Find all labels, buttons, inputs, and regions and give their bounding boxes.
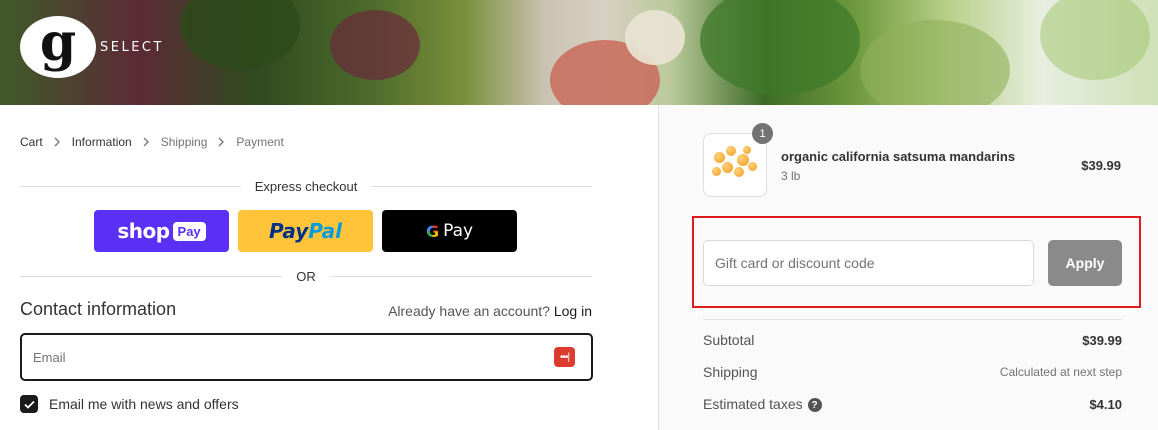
breadcrumb-information: Information — [71, 135, 132, 149]
google-pay-wordmark: Pay — [443, 221, 474, 241]
taxes-row: Estimated taxes? $4.10 — [703, 396, 1122, 413]
order-summary: 1 organic california satsuma mandarins 3… — [658, 105, 1158, 430]
chevron-right-icon — [218, 137, 225, 147]
hero-banner: g SELECT — [0, 0, 1158, 105]
express-checkout-heading: Express checkout — [20, 179, 592, 194]
email-field[interactable] — [33, 349, 554, 365]
checkmark-icon — [23, 400, 35, 409]
summary-divider — [703, 319, 1122, 320]
brand-logo[interactable]: g SELECT — [20, 16, 164, 78]
discount-code-input[interactable] — [703, 240, 1034, 286]
newsletter-label[interactable]: Email me with news and offers — [49, 396, 239, 412]
paypal-button[interactable]: Pay Pal — [238, 210, 373, 252]
product-variant: 3 lb — [781, 169, 801, 183]
express-checkout-label: Express checkout — [254, 179, 358, 194]
product-name: organic california satsuma mandarins — [781, 149, 1016, 164]
taxes-value: $4.10 — [1089, 396, 1122, 412]
subtotal-value: $39.99 — [1082, 332, 1122, 348]
express-pay-buttons: shop Pay Pay Pal G Pay — [94, 210, 517, 252]
login-link[interactable]: Log in — [554, 303, 592, 319]
taxes-label: Estimated taxes — [703, 396, 803, 412]
account-prompt: Already have an account? Log in — [388, 303, 592, 319]
breadcrumb-shipping: Shipping — [160, 135, 208, 149]
apply-discount-button[interactable]: Apply — [1048, 240, 1122, 286]
shop-pay-wordmark: shop — [117, 219, 170, 243]
shipping-row: Shipping Calculated at next step — [703, 364, 1122, 380]
newsletter-option: Email me with news and offers — [20, 395, 239, 413]
subtotal-label: Subtotal — [703, 332, 755, 348]
logo-text: SELECT — [100, 39, 164, 55]
chevron-right-icon — [54, 137, 61, 147]
shipping-label: Shipping — [703, 364, 758, 380]
shop-pay-pill: Pay — [172, 221, 206, 241]
paypal-wordmark-part1: Pay — [268, 219, 309, 243]
or-label: OR — [296, 269, 316, 284]
chevron-right-icon — [143, 137, 150, 147]
logo-mark: g — [20, 16, 96, 78]
shop-pay-button[interactable]: shop Pay — [94, 210, 229, 252]
account-prompt-text: Already have an account? — [388, 303, 550, 319]
breadcrumb: Cart Information Shipping Payment — [20, 135, 284, 149]
contact-information-title: Contact information — [20, 299, 177, 319]
google-g-icon: G — [425, 221, 440, 241]
breadcrumb-cart[interactable]: Cart — [20, 135, 43, 149]
question-help-icon[interactable]: ? — [807, 398, 822, 413]
shipping-value: Calculated at next step — [999, 365, 1122, 379]
email-field-wrapper: •••| — [20, 333, 593, 381]
taxes-label-wrap: Estimated taxes? — [703, 396, 822, 413]
subtotal-row: Subtotal $39.99 — [703, 332, 1122, 348]
line-item: 1 organic california satsuma mandarins 3… — [703, 123, 1121, 197]
password-manager-icon[interactable]: •••| — [554, 347, 575, 367]
breadcrumb-payment: Payment — [236, 135, 284, 149]
product-price: $39.99 — [1081, 158, 1121, 173]
product-thumbnail: 1 — [703, 123, 773, 197]
quantity-badge: 1 — [752, 123, 773, 144]
or-divider: OR — [20, 269, 592, 284]
newsletter-checkbox[interactable] — [20, 395, 38, 413]
google-pay-button[interactable]: G Pay — [382, 210, 517, 252]
paypal-wordmark-part2: Pal — [308, 219, 343, 243]
